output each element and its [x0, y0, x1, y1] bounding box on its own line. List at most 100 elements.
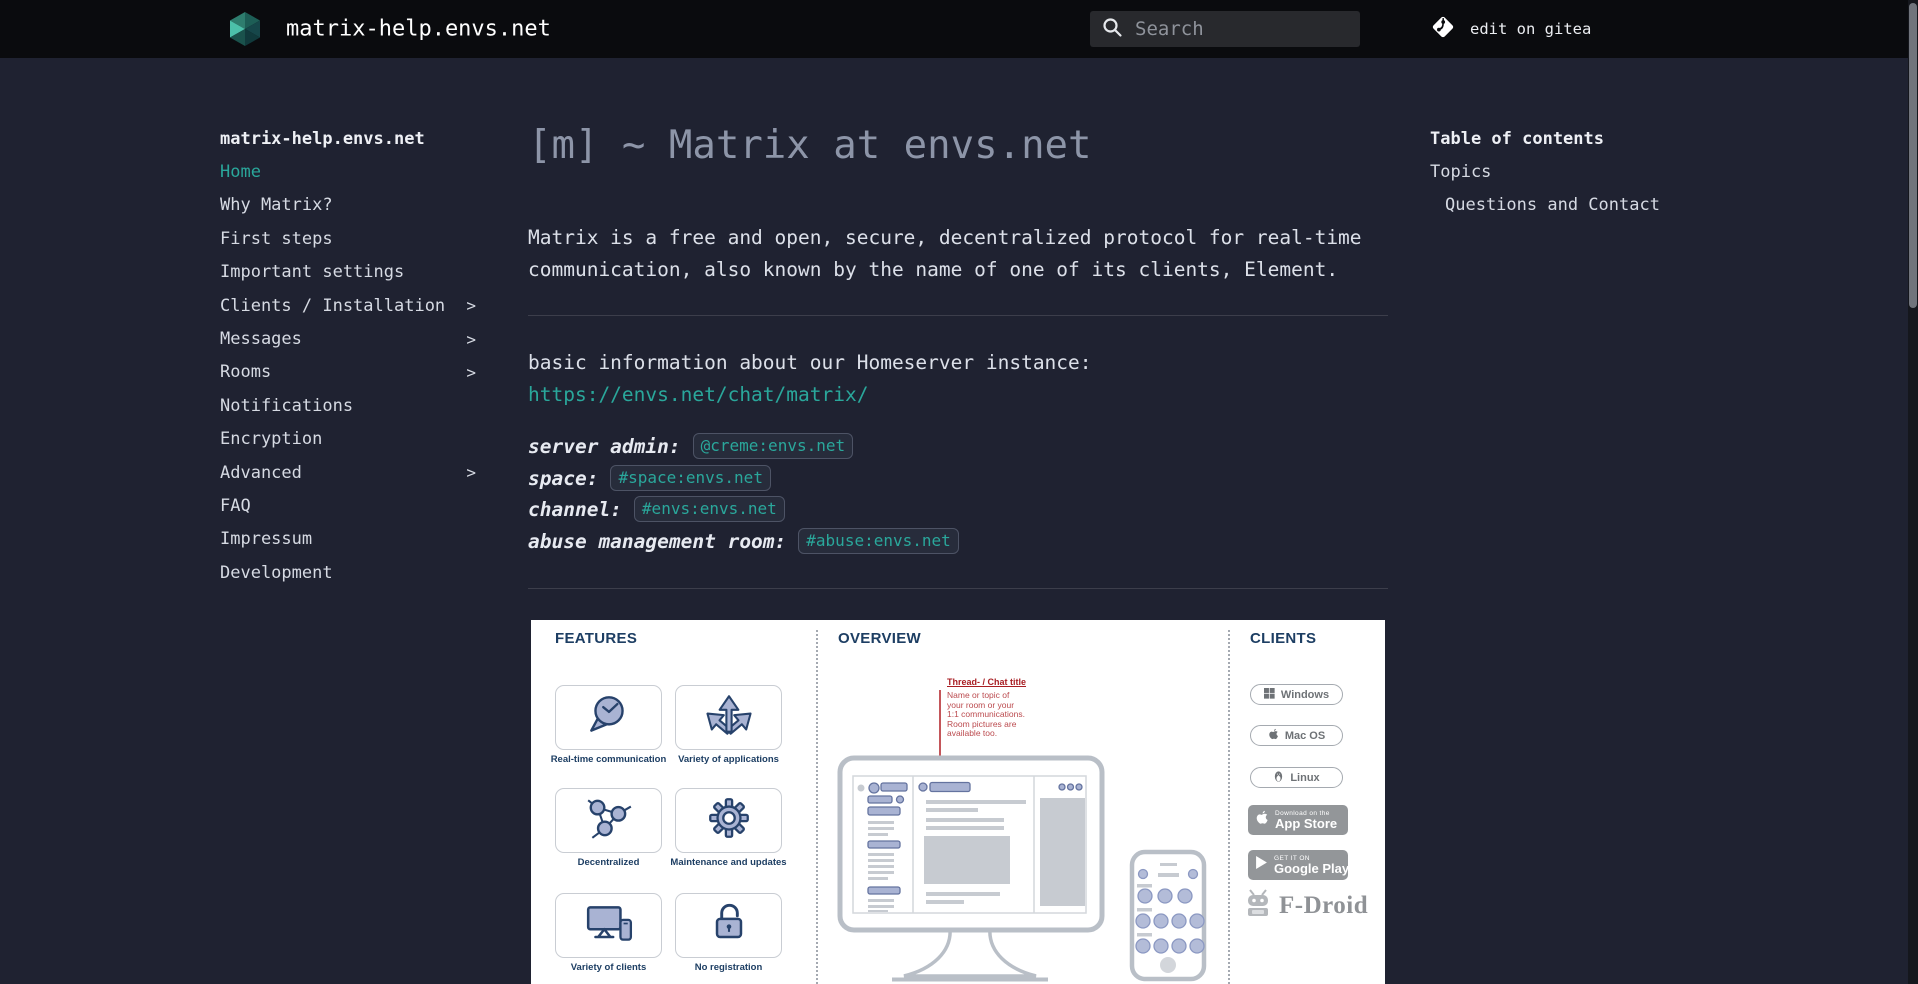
sidebar-item-label: Clients / Installation	[220, 296, 445, 316]
feature-label: No registration	[654, 962, 804, 973]
fdroid-robot-icon	[1243, 888, 1273, 923]
sidebar-item-label: Rooms	[220, 362, 271, 382]
annotation-title: Thread- / Chat title	[947, 677, 1077, 687]
field-row-space: space: #space:envs.net	[528, 465, 771, 491]
field-row-abuse-management-room: abuse management room: #abuse:envs.net	[528, 528, 959, 554]
annotation-callout: Thread- / Chat title Name or topic ofyou…	[947, 677, 1077, 739]
client-pill-label: Linux	[1290, 772, 1319, 784]
info-heading: basic information about our Homeserver i…	[528, 351, 1092, 375]
sidebar-item-label: Why Matrix?	[220, 195, 333, 215]
network-icon	[584, 795, 634, 846]
matrix-promo-image: FEATURES OVERVIEW CLIENTS Real-time comm…	[531, 620, 1385, 984]
sidebar-item-label: Messages	[220, 329, 302, 349]
sidebar-item-label: Impressum	[220, 529, 312, 549]
dotted-divider	[816, 630, 818, 984]
sidebar-item-first-steps[interactable]: First steps	[220, 222, 476, 255]
chat-clock-icon	[584, 692, 634, 743]
site-title[interactable]: matrix-help.envs.net	[286, 17, 551, 42]
client-pill-label: Mac OS	[1285, 730, 1325, 742]
feature-card-real-time-communication	[555, 685, 662, 750]
divider	[528, 315, 1388, 316]
page-title: [m] ~ Matrix at envs.net	[528, 123, 1092, 168]
apple-logo-icon	[1255, 810, 1269, 831]
sidebar-item-label: Notifications	[220, 396, 353, 416]
sidebar-title: matrix-help.envs.net	[220, 122, 476, 155]
client-pill-label: Windows	[1281, 689, 1329, 701]
clients-heading: CLIENTS	[1250, 630, 1316, 647]
toc-title: Table of contents	[1430, 122, 1700, 155]
sidebar-item-label: Development	[220, 563, 333, 583]
sidebar-item-rooms[interactable]: Rooms >	[220, 356, 476, 389]
field-label: abuse management room:	[528, 530, 786, 553]
main-content: [m] ~ Matrix at envs.net Matrix is a fre…	[528, 0, 1388, 984]
linux-tux-icon	[1273, 770, 1284, 786]
sidebar-item-faq[interactable]: FAQ	[220, 489, 476, 522]
field-label: server admin:	[528, 435, 681, 458]
scrollbar-track[interactable]	[1908, 0, 1918, 984]
store-badge-google-play: GET IT ONGoogle Play	[1248, 850, 1348, 880]
feature-card-decentralized	[555, 788, 662, 853]
arrows-icon	[704, 692, 754, 743]
monitor-mockup-graphic	[830, 748, 1110, 984]
apple-logo-icon	[1268, 728, 1279, 744]
sidebar-item-notifications[interactable]: Notifications	[220, 389, 476, 422]
features-heading: FEATURES	[555, 630, 637, 647]
feature-card-variety-of-clients	[555, 893, 662, 958]
toc-item-topics[interactable]: Topics	[1430, 155, 1700, 188]
feature-card-maintenance-and-updates	[675, 788, 782, 853]
fdroid-label: F-Droid	[1279, 892, 1368, 920]
matrix-id-chip[interactable]: #space:envs.net	[610, 465, 771, 491]
edit-on-gitea-link[interactable]: edit on gitea	[1428, 12, 1591, 46]
chevron-right-icon: >	[466, 330, 476, 349]
sidebar-item-important-settings[interactable]: Important settings	[220, 256, 476, 289]
annotation-line: available too.	[947, 729, 1077, 739]
toc-item-questions-and-contact[interactable]: Questions and Contact	[1430, 189, 1700, 222]
sidebar-item-clients-installation[interactable]: Clients / Installation>	[220, 289, 476, 322]
homeserver-link[interactable]: https://envs.net/chat/matrix/	[528, 383, 868, 407]
overview-heading: OVERVIEW	[838, 630, 921, 647]
gear-icon	[704, 795, 754, 846]
sidebar-item-label: Home	[220, 162, 261, 182]
play-triangle-icon	[1255, 856, 1268, 874]
page: matrix-help.envs.net	[0, 0, 1918, 984]
store-badge-app-store: Download on theApp Store	[1248, 805, 1348, 835]
matrix-id-chip[interactable]: #envs:envs.net	[634, 496, 785, 522]
field-row-channel: channel:#envs:envs.net	[528, 496, 785, 522]
intro-paragraph: Matrix is a free and open, secure, decen…	[528, 222, 1388, 287]
sidebar-item-advanced[interactable]: Advanced >	[220, 456, 476, 489]
sidebar-item-label: Important settings	[220, 262, 404, 282]
client-pill-linux: Linux	[1250, 767, 1343, 788]
sidebar-item-label: First steps	[220, 229, 333, 249]
site-logo-icon[interactable]	[228, 11, 262, 47]
sidebar-item-encryption[interactable]: Encryption	[220, 423, 476, 456]
chevron-right-icon: >	[466, 463, 476, 482]
divider	[528, 588, 1388, 589]
scrollbar-thumb[interactable]	[1909, 3, 1917, 308]
badge-bottom-line: Google Play	[1274, 862, 1349, 876]
chevron-right-icon: >	[466, 363, 476, 382]
windows-logo-icon	[1264, 688, 1275, 702]
sidebar-item-messages[interactable]: Messages >	[220, 322, 476, 355]
sidebar-item-impressum[interactable]: Impressum	[220, 523, 476, 556]
client-pill-mac-os: Mac OS	[1250, 725, 1343, 746]
badge-bottom-line: App Store	[1275, 817, 1337, 831]
sidebar-item-why-matrix[interactable]: Why Matrix?	[220, 189, 476, 222]
client-pill-windows: Windows	[1250, 684, 1343, 705]
edit-on-gitea-label: edit on gitea	[1470, 20, 1591, 38]
gitea-icon	[1428, 12, 1458, 46]
field-row-server-admin: server admin: @creme:envs.net	[528, 433, 853, 459]
sidebar-item-home[interactable]: Home	[220, 155, 476, 188]
feature-card-variety-of-applications	[675, 685, 782, 750]
matrix-id-chip[interactable]: #abuse:envs.net	[798, 528, 959, 554]
sidebar-item-label: FAQ	[220, 496, 251, 516]
feature-label: Variety of applications	[654, 754, 804, 765]
sidebar-item-label: Encryption	[220, 429, 322, 449]
fdroid-badge: F-Droid	[1243, 888, 1368, 923]
sidebar: matrix-help.envs.net Home Why Matrix? Firs…	[220, 122, 476, 589]
matrix-id-chip[interactable]: @creme:envs.net	[693, 433, 854, 459]
sidebar-item-label: Advanced	[220, 463, 302, 483]
sidebar-item-development[interactable]: Development	[220, 556, 476, 589]
field-label: space:	[528, 467, 598, 490]
table-of-contents: Table of contents TopicsQuestions and Co…	[1430, 122, 1700, 222]
feature-card-no-registration	[675, 893, 782, 958]
